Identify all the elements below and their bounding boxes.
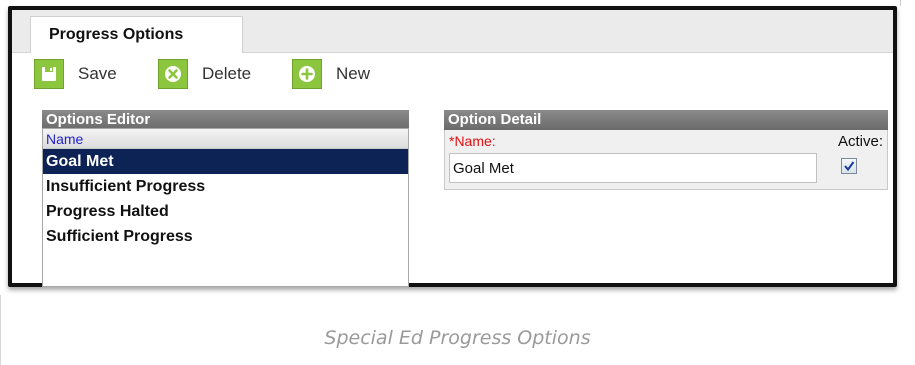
new-label: New [336,64,371,83]
figure-caption: Special Ed Progress Options [324,327,591,349]
name-column-header[interactable]: Name [43,129,408,149]
list-item[interactable]: Goal Met [43,149,408,174]
edge-tick [900,0,901,6]
option-detail-header: Option Detail [444,110,888,130]
option-detail-panel: *Name: Active: [444,130,888,190]
new-button[interactable]: New [292,57,370,91]
active-checkbox[interactable] [841,158,857,174]
tab-progress-options[interactable]: Progress Options [30,16,243,53]
name-field-label: *Name: [449,133,496,149]
name-input[interactable] [449,153,817,183]
screenshot-frame: Progress Options Save Delete New Options… [8,6,897,287]
x-circle-icon [158,59,188,89]
tab-bar: Progress Options [12,10,893,53]
plus-circle-icon [292,59,322,89]
floppy-disk-icon [34,59,64,89]
options-list[interactable]: Name Goal Met Insufficient Progress Prog… [42,128,409,287]
delete-button[interactable]: Delete [158,57,251,91]
list-item[interactable]: Progress Halted [43,199,408,224]
save-button[interactable]: Save [34,57,117,91]
list-item[interactable]: Insufficient Progress [43,174,408,199]
checkmark-icon [844,161,855,172]
active-field-label: Active: [837,133,883,150]
options-editor-header: Options Editor [42,110,409,130]
save-label: Save [78,64,117,83]
list-item[interactable]: Sufficient Progress [43,224,408,249]
delete-label: Delete [202,64,252,83]
